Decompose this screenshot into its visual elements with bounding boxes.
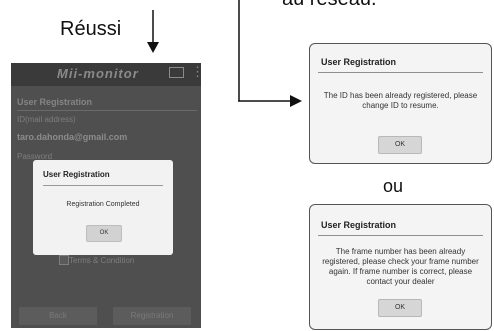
registration-complete-dialog: User Registration Registration Completed… [33,160,173,255]
dialog-title: User Registration [321,220,397,230]
dialog-message: The ID has been already registered, plea… [310,91,491,111]
ok-button[interactable]: OK [378,136,422,154]
id-label: ID(mail address) [17,115,76,124]
dialog-title: User Registration [43,170,110,179]
message-line: change ID to resume. [362,101,439,110]
message-line: The frame number has been already [335,247,466,256]
terms-checkbox[interactable] [59,255,69,265]
dialog-title: User Registration [321,57,397,67]
id-field[interactable]: taro.dahonda@gmail.com [17,132,127,142]
down-arrow [147,10,159,53]
title-divider [17,110,197,111]
frame-number-registered-dialog: User Registration The frame number has b… [309,204,492,330]
dialog-divider [43,185,163,186]
message-line: contact your dealer [366,277,435,286]
mail-icon[interactable] [169,67,184,78]
registration-button[interactable]: Registration [113,307,191,325]
dialog-divider [318,235,483,236]
dialog-divider [318,72,483,73]
screen-title: User Registration [17,97,93,107]
app-logo: Mii-monitor [57,66,139,81]
id-already-registered-dialog: User Registration The ID has been alread… [309,43,492,164]
dialog-message: The frame number has been already regist… [310,247,491,287]
right-arrow [238,0,302,107]
phone-screenshot: Mii-monitor ⋮ User Registration ID(mail … [11,63,201,328]
more-menu-icon[interactable]: ⋮ [191,64,201,80]
terms-label: Terms & Condition [69,256,135,265]
message-line: registered, please check your frame numb… [322,257,479,266]
ok-button[interactable]: OK [378,299,422,317]
message-line: The ID has been already registered, plea… [323,91,478,100]
dialog-message: Registration Completed [66,201,140,208]
back-button[interactable]: Back [19,307,97,325]
ok-button[interactable]: OK [86,225,122,242]
message-line: again. If frame number is correct, pleas… [328,267,473,276]
